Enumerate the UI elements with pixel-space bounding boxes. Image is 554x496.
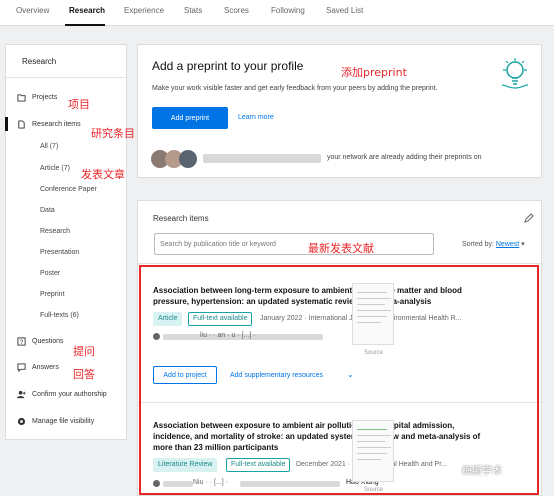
divider [138,263,541,264]
filter-all[interactable]: All (7) [40,143,58,150]
active-tab-underline [65,24,105,26]
sidebar-item-label: Manage file visibility [32,418,95,425]
eye-icon [17,417,26,426]
annotation-add-preprint: 添加preprint [341,66,407,79]
sidebar-item-projects[interactable]: Projects [17,93,57,102]
sort-control[interactable]: Sorted by: Newest ▾ [462,240,525,248]
sidebar-item-label: Questions [32,338,64,345]
tab-stats[interactable]: Stats [184,6,202,15]
add-preprint-button[interactable]: Add preprint [152,107,228,129]
network-peers-row: your network are already adding their pr… [137,144,542,178]
add-user-icon [17,390,26,399]
question-icon: ? [17,337,26,346]
sidebar-item-label: Confirm your authorship [32,391,107,398]
svg-text:?: ? [20,339,24,346]
sidebar-item-label: Projects [32,94,58,101]
active-indicator [5,117,8,131]
folder-icon [17,94,26,102]
sidebar-title: Research [22,57,57,66]
research-sidebar: Research Projects Research items All (7)… [5,44,127,440]
tab-overview[interactable]: Overview [16,6,49,15]
redacted-names [203,154,321,163]
pencil-icon[interactable] [524,213,534,223]
sidebar-item-label: Answers [32,364,59,371]
chevron-down-icon: ▾ [521,241,525,248]
sidebar-divider [6,77,126,78]
watermark: 梅斯学术 [462,466,502,477]
sidebar-item-questions[interactable]: ? Questions [17,337,64,346]
filter-conference-paper[interactable]: Conference Paper [40,186,97,193]
sidebar-item-answers[interactable]: Answers [17,363,59,372]
top-navigation: Overview Research Experience Stats Score… [0,0,554,26]
filter-research[interactable]: Research [40,228,70,235]
filter-data[interactable]: Data [40,207,55,214]
tab-scores[interactable]: Scores [224,6,249,15]
filter-presentation[interactable]: Presentation [40,249,79,256]
tab-experience[interactable]: Experience [124,6,164,15]
filter-preprint[interactable]: Preprint [40,291,65,298]
tab-following[interactable]: Following [271,6,305,15]
lightbulb-icon [501,58,529,89]
annotation-answers: 回答 [73,368,95,381]
search-input[interactable]: Search by publication title or keyword [154,233,434,255]
filter-article[interactable]: Article (7) [40,165,70,172]
peers-text: your network are already adding their pr… [327,154,482,161]
annotation-latest-publications: 最新发表文献 [308,242,374,255]
preprint-description: Make your work visible faster and get ea… [152,85,438,92]
document-icon [18,120,25,129]
filter-poster[interactable]: Poster [40,270,60,277]
sort-value[interactable]: Newest [496,241,519,248]
filter-full-texts[interactable]: Full-texts (6) [40,312,79,319]
sidebar-item-label: Research items [32,121,81,128]
annotation-published-articles: 发表文章 [81,168,125,181]
tab-saved-list[interactable]: Saved List [326,6,363,15]
avatar [179,150,197,168]
tab-research[interactable]: Research [69,6,105,15]
preprint-title: Add a preprint to your profile [152,59,304,73]
sort-label: Sorted by: [462,241,494,248]
chat-icon [17,363,26,372]
learn-more-link[interactable]: Learn more [238,114,274,121]
annotation-questions: 提问 [73,345,95,358]
research-items-title: Research items [153,214,209,223]
sidebar-item-research-items[interactable]: Research items [17,120,81,129]
annotation-research-items: 研究条目 [91,127,135,140]
sidebar-item-file-visibility[interactable]: Manage file visibility [17,417,94,426]
highlight-box [139,265,539,495]
sidebar-item-confirm-authorship[interactable]: Confirm your authorship [17,390,107,399]
annotation-projects: 项目 [68,98,90,111]
